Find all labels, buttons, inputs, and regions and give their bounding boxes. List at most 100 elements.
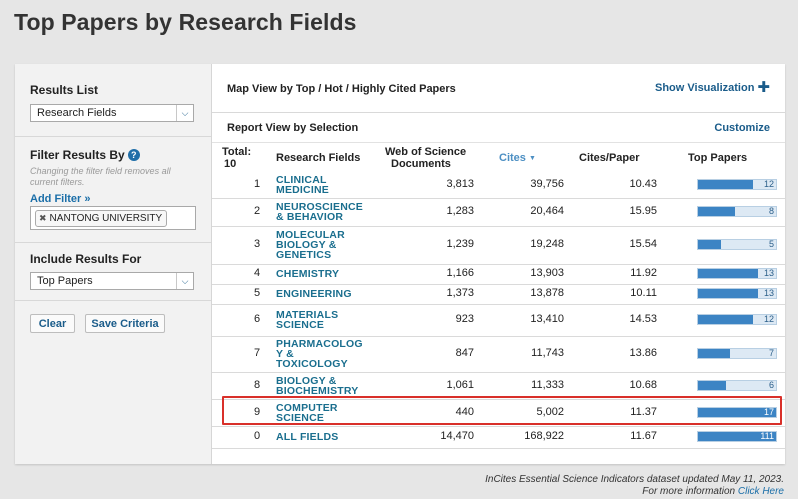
documents-cell: 1,373 <box>446 287 474 299</box>
wos-documents-header[interactable]: Web of Science Documents <box>385 146 466 170</box>
research-field-link[interactable]: NEUROSCIENCE & BEHAVIOR <box>276 202 376 223</box>
top-papers-count: 5 <box>768 239 774 249</box>
research-field-link[interactable]: MATERIALS SCIENCE <box>276 310 376 331</box>
research-field-link[interactable]: CHEMISTRY <box>276 269 376 280</box>
research-field-link[interactable]: BIOLOGY & BIOCHEMISTRY <box>276 374 376 397</box>
top-papers-header[interactable]: Top Papers <box>688 152 747 164</box>
top-papers-bar[interactable]: 5 <box>697 239 777 250</box>
cites-cell: 39,756 <box>530 178 564 190</box>
research-field-line: MEDICINE <box>276 184 329 196</box>
research-field-link[interactable]: PHARMACOLOG Y & TOXICOLOGY <box>276 339 376 370</box>
cites-per-paper-cell: 10.68 <box>629 378 657 391</box>
report-view-bar: Report View by Selection Customize <box>212 112 785 143</box>
documents-cell: 1,239 <box>446 238 474 250</box>
documents-cell: 14,470 <box>440 430 474 442</box>
documents-cell: 923 <box>455 313 474 325</box>
top-papers-count: 13 <box>763 268 774 278</box>
cites-cell: 168,922 <box>524 430 564 442</box>
cites-per-paper-cell: 11.92 <box>630 267 657 279</box>
top-papers-bar-fill <box>698 315 753 324</box>
cites-per-paper-cell: 11.67 <box>630 430 657 442</box>
documents-cell: 1,061 <box>446 378 474 391</box>
filter-chip[interactable]: ✖ NANTONG UNIVERSITY <box>35 210 168 227</box>
rank-cell: 7 <box>253 347 261 359</box>
table-row: 6 MATERIALS SCIENCE 923 13,410 14.53 12 <box>212 304 785 337</box>
rank-cell: 1 <box>253 178 261 190</box>
rank-cell: 8 <box>253 378 261 391</box>
research-fields-header[interactable]: Research Fields <box>276 152 360 164</box>
research-field-line: BIOCHEMISTRY <box>276 384 359 397</box>
total-value: 10 <box>224 158 237 170</box>
include-results-select[interactable]: Top Papers ⌵ <box>30 272 194 290</box>
top-papers-bar-fill <box>698 240 721 249</box>
table-row: 1 CLINICAL MEDICINE 3,813 39,756 10.43 12 <box>212 172 785 199</box>
documents-cell: 847 <box>455 347 474 359</box>
filter-results-text: Filter Results By <box>30 148 125 162</box>
top-papers-bar[interactable]: 6 <box>697 379 777 391</box>
documents-cell: 1,166 <box>446 267 474 279</box>
top-papers-count: 8 <box>768 206 774 216</box>
research-field-link[interactable]: ENGINEERING <box>276 289 376 300</box>
results-list-select[interactable]: Research Fields ⌵ <box>30 104 194 122</box>
cites-header[interactable]: Cites ▼ <box>499 152 536 165</box>
research-field-link[interactable]: MOLECULAR BIOLOGY & GENETICS <box>276 230 376 261</box>
filter-chip-label: NANTONG UNIVERSITY <box>49 213 163 224</box>
research-field-link[interactable]: CLINICAL MEDICINE <box>276 175 376 196</box>
sidebar-divider <box>15 300 211 301</box>
top-papers-bar-fill <box>698 380 726 390</box>
page-title: Top Papers by Research Fields <box>14 9 357 35</box>
table-row: 2 NEUROSCIENCE & BEHAVIOR 1,283 20,464 15.95 8 <box>212 198 785 227</box>
research-field-line: SCIENCE <box>276 319 325 331</box>
research-field-link[interactable]: ALL FIELDS <box>276 432 376 443</box>
research-field-line: GENETICS <box>276 249 332 261</box>
table-row: 0 ALL FIELDS 14,470 168,922 11.67 111 <box>212 426 785 449</box>
add-filter-link[interactable]: Add Filter » <box>30 193 91 205</box>
top-papers-bar[interactable]: 12 <box>697 179 777 190</box>
results-list-value: Research Fields <box>37 107 117 119</box>
filter-results-label: Filter Results By? <box>30 148 140 162</box>
chevron-down-icon: ⌵ <box>176 105 193 121</box>
cites-per-paper-cell: 15.54 <box>629 238 657 250</box>
customize-link[interactable]: Customize <box>714 122 770 134</box>
top-papers-bar-fill <box>698 180 753 189</box>
cites-per-paper-header[interactable]: Cites/Paper <box>579 152 640 164</box>
dataset-updated-text: InCites Essential Science Indicators dat… <box>485 474 784 485</box>
cites-cell: 13,410 <box>530 313 564 325</box>
documents-cell: 1,283 <box>446 205 474 217</box>
top-papers-bar[interactable]: 8 <box>697 206 777 217</box>
highlight-box <box>222 396 782 425</box>
total-label: Total: <box>222 146 252 158</box>
table-row: 4 CHEMISTRY 1,166 13,903 11.92 13 <box>212 264 785 285</box>
top-papers-bar[interactable]: 13 <box>697 288 777 299</box>
include-results-label: Include Results For <box>30 252 142 266</box>
cites-per-paper-cell: 10.11 <box>630 287 657 299</box>
show-visualization-link[interactable]: Show Visualization ✚ <box>655 80 770 95</box>
cites-cell: 13,878 <box>530 287 564 299</box>
clear-button[interactable]: Clear <box>30 314 75 333</box>
include-results-value: Top Papers <box>37 275 93 287</box>
results-list-label: Results List <box>30 83 99 97</box>
top-papers-bar-fill <box>698 349 730 358</box>
filter-input[interactable]: ✖ NANTONG UNIVERSITY <box>30 206 196 230</box>
sort-desc-icon: ▼ <box>528 155 536 162</box>
wos-documents-line1: Web of Science <box>385 146 467 158</box>
research-field-line: BIOLOGY & <box>276 374 337 387</box>
top-papers-bar-fill <box>698 269 758 278</box>
cites-cell: 11,333 <box>531 378 564 391</box>
top-papers-bar[interactable]: 7 <box>697 348 777 359</box>
map-view-title: Map View by Top / Hot / Highly Cited Pap… <box>227 83 456 95</box>
click-here-link[interactable]: Click Here <box>738 486 784 497</box>
top-papers-bar[interactable]: 12 <box>697 314 777 325</box>
help-icon[interactable]: ? <box>127 149 140 161</box>
top-papers-bar[interactable]: 13 <box>697 268 777 279</box>
remove-icon[interactable]: ✖ <box>39 213 47 223</box>
cites-per-paper-cell: 10.43 <box>629 178 657 190</box>
cites-cell: 20,464 <box>530 205 564 217</box>
wos-documents-line2: Documents <box>391 158 451 170</box>
top-papers-count: 7 <box>768 348 774 358</box>
top-papers-count: 6 <box>768 379 774 390</box>
save-criteria-button[interactable]: Save Criteria <box>85 314 165 333</box>
cites-per-paper-cell: 14.53 <box>629 313 657 325</box>
research-field-line: & BEHAVIOR <box>276 211 344 223</box>
top-papers-bar[interactable]: 111 <box>697 431 777 442</box>
